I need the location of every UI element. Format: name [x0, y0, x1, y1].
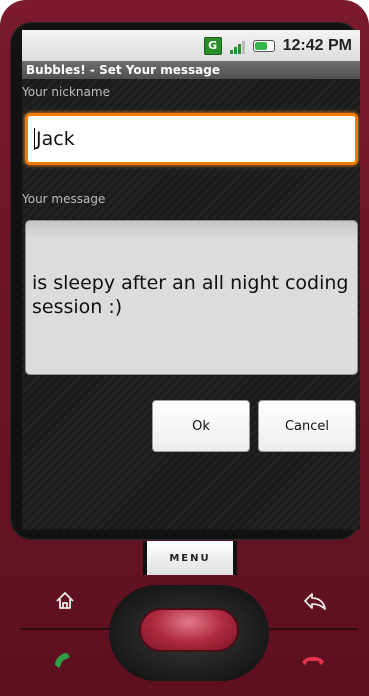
call-icon[interactable]: [52, 650, 78, 674]
status-time: 12:42 PM: [282, 36, 352, 54]
phone-screen: G 12:42 PM Bubbles! - Set Your message Y…: [22, 30, 360, 530]
trackball[interactable]: [139, 608, 239, 652]
message-input[interactable]: is sleepy after an all night coding sess…: [25, 220, 358, 375]
battery-icon: [252, 39, 275, 52]
g-icon: G: [203, 36, 222, 55]
text-cursor: [34, 128, 35, 150]
signal-icon: [229, 38, 245, 54]
cancel-button[interactable]: Cancel: [258, 400, 356, 452]
menu-button[interactable]: MENU: [143, 541, 237, 575]
nickname-value: Jack: [36, 128, 75, 150]
status-bar: G 12:42 PM: [22, 30, 360, 61]
message-value: is sleepy after an all night coding sess…: [32, 272, 349, 318]
window-title: Bubbles! - Set Your message: [22, 61, 360, 79]
nickname-input[interactable]: Jack: [25, 113, 358, 165]
android-device: G 12:42 PM Bubbles! - Set Your message Y…: [0, 0, 369, 696]
divider-right: [262, 628, 357, 630]
back-icon[interactable]: [302, 590, 328, 616]
home-icon[interactable]: [54, 590, 76, 616]
divider-left: [20, 628, 115, 630]
ok-button[interactable]: Ok: [152, 400, 250, 452]
end-call-icon[interactable]: [300, 652, 326, 672]
nickname-label: Your nickname: [22, 85, 110, 99]
message-label: Your message: [22, 192, 106, 206]
